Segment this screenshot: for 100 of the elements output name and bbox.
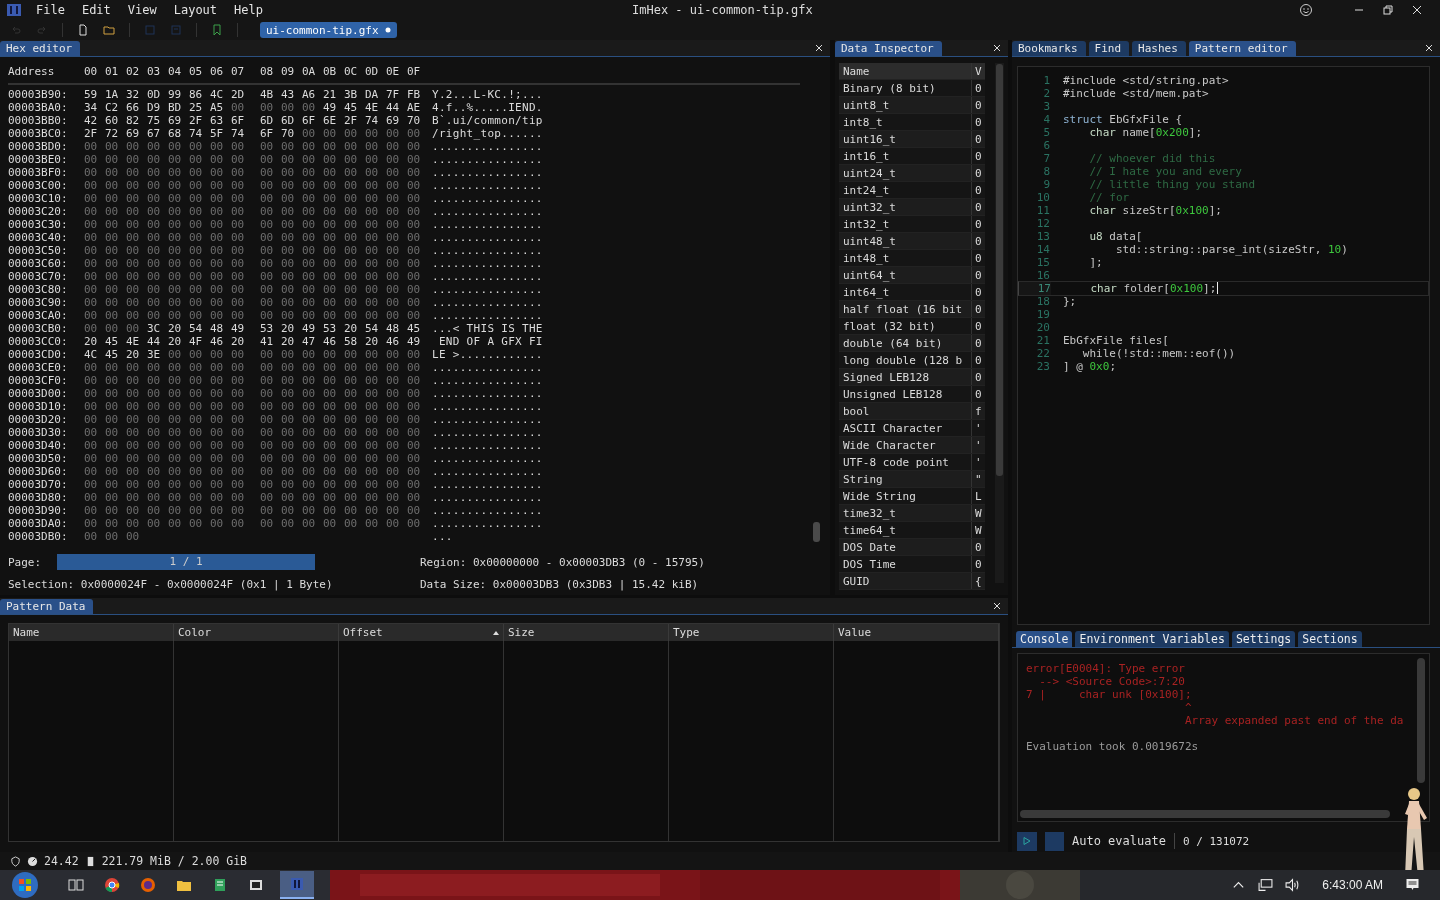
byte-cell[interactable]: 00 <box>323 374 338 387</box>
byte-cell[interactable]: 00 <box>168 140 183 153</box>
byte-cell[interactable]: 00 <box>84 491 99 504</box>
byte-cell[interactable]: 00 <box>407 517 422 530</box>
byte-cell[interactable]: 00 <box>168 465 183 478</box>
byte-cell[interactable]: 6D <box>281 114 296 127</box>
scrollbar-thumb[interactable] <box>1020 810 1390 819</box>
byte-cell[interactable]: 00 <box>231 517 246 530</box>
byte-cell[interactable]: 3C <box>147 322 162 335</box>
byte-cell[interactable]: 00 <box>344 257 359 270</box>
byte-cell[interactable]: 00 <box>344 166 359 179</box>
byte-cell[interactable]: 00 <box>189 231 204 244</box>
byte-cell[interactable]: 00 <box>386 166 401 179</box>
byte-cell[interactable]: 00 <box>302 361 317 374</box>
byte-cell[interactable]: 00 <box>323 413 338 426</box>
byte-cell[interactable]: 00 <box>210 374 225 387</box>
byte-cell[interactable]: 00 <box>260 270 275 283</box>
console-tab[interactable]: Sections <box>1298 631 1362 648</box>
byte-cell[interactable]: 00 <box>168 179 183 192</box>
byte-cell[interactable]: 00 <box>302 504 317 517</box>
byte-cell[interactable]: 00 <box>189 218 204 231</box>
byte-cell[interactable]: 00 <box>168 452 183 465</box>
byte-cell[interactable]: 00 <box>147 413 162 426</box>
byte-cell[interactable]: 00 <box>231 179 246 192</box>
byte-cell[interactable]: 00 <box>260 374 275 387</box>
byte-cell[interactable]: 00 <box>302 374 317 387</box>
byte-cell[interactable]: 00 <box>147 439 162 452</box>
byte-cell[interactable]: 42 <box>84 114 99 127</box>
byte-cell[interactable]: 00 <box>84 205 99 218</box>
byte-cell[interactable]: 00 <box>126 140 141 153</box>
close-icon[interactable] <box>1411 4 1423 16</box>
byte-cell[interactable]: 54 <box>189 322 204 335</box>
byte-cell[interactable]: 00 <box>210 400 225 413</box>
byte-cell[interactable]: 00 <box>302 257 317 270</box>
byte-cell[interactable]: 00 <box>386 205 401 218</box>
byte-cell[interactable]: 00 <box>126 296 141 309</box>
byte-cell[interactable]: 0D <box>147 88 162 101</box>
byte-cell[interactable]: 00 <box>168 517 183 530</box>
byte-cell[interactable]: 3E <box>147 348 162 361</box>
byte-cell[interactable]: 45 <box>344 101 359 114</box>
byte-cell[interactable]: C2 <box>105 101 120 114</box>
byte-cell[interactable]: 00 <box>210 231 225 244</box>
byte-cell[interactable]: 00 <box>147 374 162 387</box>
byte-cell[interactable]: 00 <box>407 257 422 270</box>
byte-cell[interactable]: 00 <box>344 452 359 465</box>
byte-cell[interactable]: 00 <box>105 491 120 504</box>
byte-cell[interactable]: 20 <box>126 348 141 361</box>
byte-cell[interactable]: 00 <box>105 205 120 218</box>
byte-cell[interactable]: 00 <box>126 517 141 530</box>
byte-cell[interactable]: 20 <box>231 335 246 348</box>
byte-cell[interactable]: 00 <box>281 283 296 296</box>
byte-cell[interactable]: 00 <box>386 413 401 426</box>
byte-cell[interactable]: 00 <box>168 478 183 491</box>
byte-cell[interactable]: 00 <box>147 257 162 270</box>
byte-cell[interactable]: 00 <box>365 348 380 361</box>
byte-cell[interactable]: 00 <box>407 140 422 153</box>
byte-cell[interactable]: 00 <box>365 491 380 504</box>
byte-cell[interactable]: 00 <box>344 309 359 322</box>
byte-cell[interactable]: 00 <box>126 478 141 491</box>
byte-cell[interactable]: 00 <box>407 400 422 413</box>
byte-cell[interactable]: 4E <box>365 101 380 114</box>
close-icon[interactable] <box>992 43 1002 53</box>
byte-cell[interactable]: 00 <box>189 270 204 283</box>
byte-cell[interactable]: 00 <box>105 244 120 257</box>
byte-cell[interactable]: 00 <box>302 283 317 296</box>
byte-cell[interactable]: 00 <box>210 166 225 179</box>
byte-cell[interactable]: 00 <box>189 374 204 387</box>
byte-cell[interactable]: 00 <box>365 205 380 218</box>
byte-cell[interactable]: 75 <box>147 114 162 127</box>
byte-cell[interactable]: 00 <box>260 491 275 504</box>
byte-cell[interactable]: 00 <box>231 491 246 504</box>
byte-cell[interactable]: 00 <box>386 257 401 270</box>
byte-cell[interactable]: 00 <box>126 426 141 439</box>
byte-cell[interactable]: 00 <box>210 452 225 465</box>
byte-cell[interactable]: 00 <box>281 309 296 322</box>
byte-cell[interactable]: 00 <box>281 478 296 491</box>
byte-cell[interactable]: 00 <box>323 491 338 504</box>
close-icon[interactable] <box>992 601 1002 611</box>
byte-cell[interactable]: 00 <box>84 296 99 309</box>
byte-cell[interactable]: 82 <box>126 114 141 127</box>
byte-cell[interactable]: 00 <box>407 439 422 452</box>
byte-cell[interactable]: 00 <box>344 478 359 491</box>
byte-cell[interactable]: 00 <box>84 452 99 465</box>
byte-cell[interactable]: 00 <box>407 374 422 387</box>
byte-cell[interactable]: 00 <box>189 348 204 361</box>
byte-cell[interactable]: 20 <box>281 335 296 348</box>
byte-cell[interactable]: 00 <box>365 478 380 491</box>
byte-cell[interactable]: 00 <box>344 348 359 361</box>
byte-cell[interactable]: 00 <box>323 257 338 270</box>
byte-cell[interactable]: 00 <box>189 244 204 257</box>
byte-cell[interactable]: 6F <box>302 114 317 127</box>
byte-cell[interactable]: 00 <box>407 244 422 257</box>
byte-cell[interactable]: 00 <box>407 179 422 192</box>
byte-cell[interactable]: 69 <box>168 114 183 127</box>
byte-cell[interactable]: 99 <box>168 88 183 101</box>
byte-cell[interactable]: 00 <box>105 283 120 296</box>
byte-cell[interactable]: 00 <box>105 465 120 478</box>
byte-cell[interactable]: 4C <box>84 348 99 361</box>
byte-cell[interactable]: 00 <box>407 491 422 504</box>
byte-cell[interactable]: 00 <box>260 205 275 218</box>
